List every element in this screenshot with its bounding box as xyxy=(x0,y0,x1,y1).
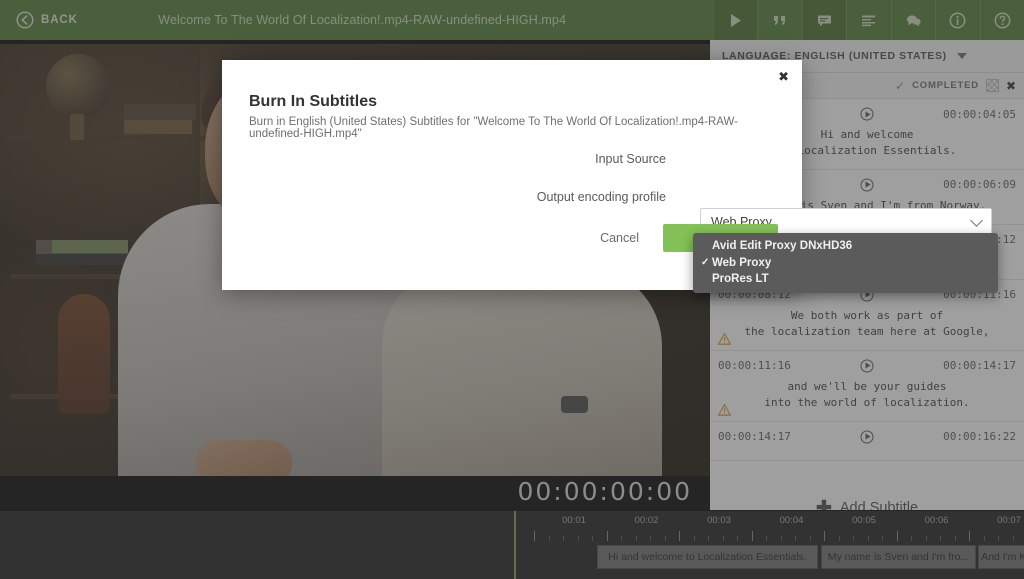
burn-in-subtitles-dialog: ✖ Burn In Subtitles Burn in English (Uni… xyxy=(222,60,802,290)
chevron-down-icon xyxy=(970,214,983,227)
dropdown-option-label: Avid Edit Proxy DNxHD36 xyxy=(712,240,852,252)
app-root: BACK Welcome To The World Of Localizatio… xyxy=(0,0,1024,579)
dropdown-option[interactable]: Avid Edit Proxy DNxHD36 xyxy=(693,238,998,255)
dropdown-option[interactable]: ✓Web Proxy xyxy=(693,255,998,272)
dropdown-option[interactable]: ProRes LT xyxy=(693,271,998,288)
dropdown-option-label: Web Proxy xyxy=(712,257,771,269)
check-icon: ✓ xyxy=(701,257,712,268)
output-profile-row: Output encoding profile xyxy=(249,190,778,204)
modal-description: Burn in English (United States) Subtitle… xyxy=(249,116,782,140)
modal-title: Burn In Subtitles xyxy=(249,93,377,111)
input-source-dropdown[interactable]: Avid Edit Proxy DNxHD36✓Web ProxyProRes … xyxy=(693,233,998,293)
input-source-row: Input Source xyxy=(249,152,778,166)
modal-close-icon[interactable]: ✖ xyxy=(778,70,789,83)
cancel-button[interactable]: Cancel xyxy=(600,231,639,245)
output-profile-label: Output encoding profile xyxy=(249,190,684,204)
dropdown-option-label: ProRes LT xyxy=(712,273,769,285)
input-source-label: Input Source xyxy=(249,152,684,166)
